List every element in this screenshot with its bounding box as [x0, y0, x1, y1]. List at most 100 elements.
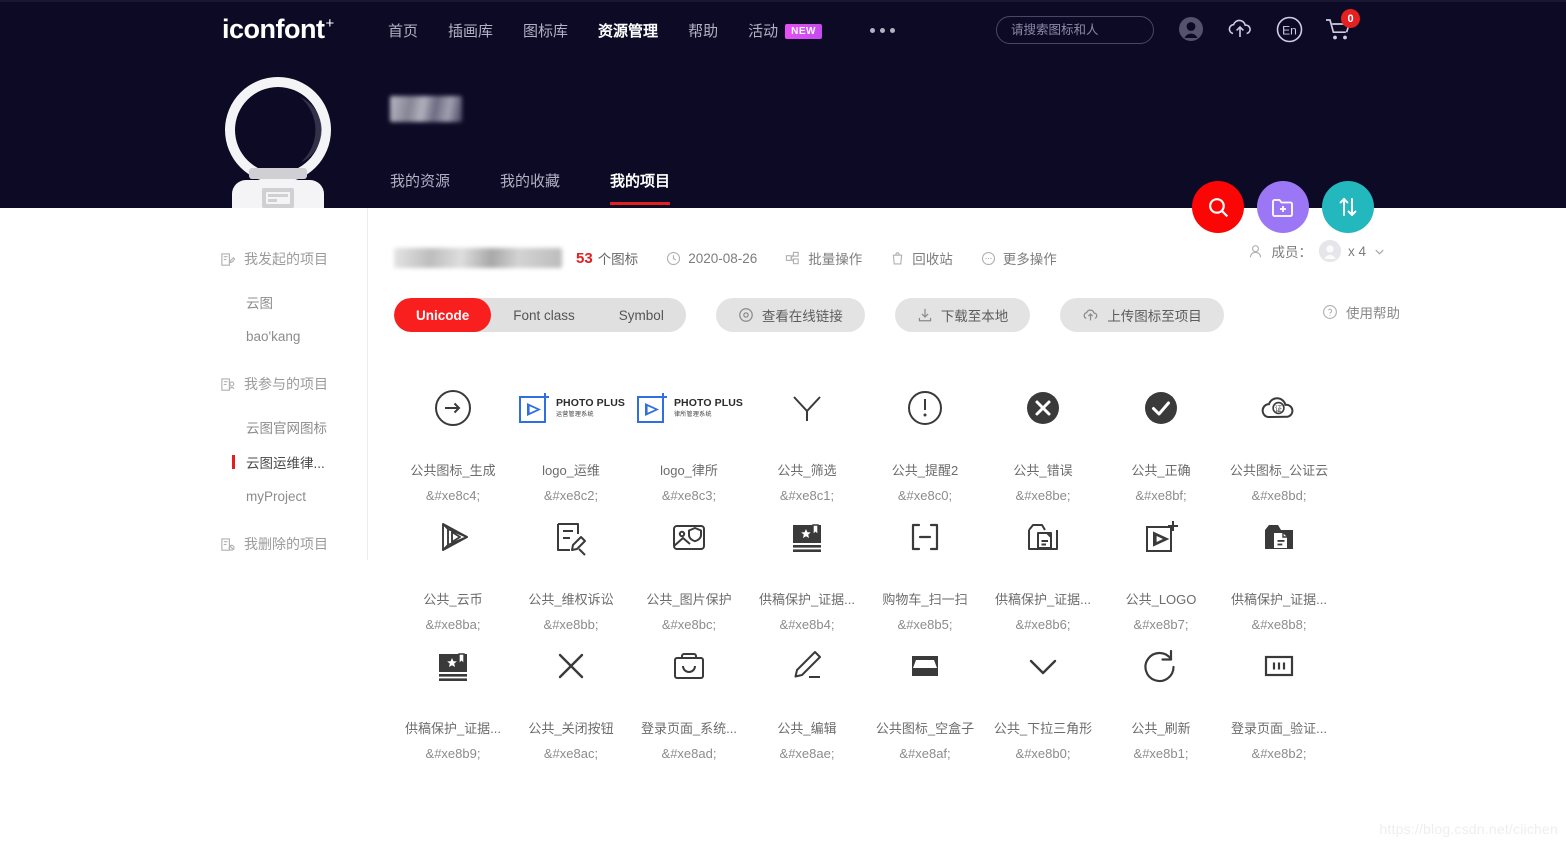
download-local-button[interactable]: 下载至本地: [894, 298, 1031, 332]
recycle-bin-button[interactable]: 回收站: [890, 248, 953, 268]
nav-links: 首页 插画库 图标库 资源管理 帮助 活动 NEW: [388, 20, 895, 41]
members-control[interactable]: 成员： x 4: [1247, 240, 1386, 262]
recycle-bin-label: 回收站: [912, 252, 953, 267]
icon-cell[interactable]: 公共_图片保护 &#xe8bc;: [630, 503, 748, 632]
play-3d-icon: [394, 511, 512, 563]
sidebar-group-created: 我发起的项目: [0, 246, 367, 272]
batch-operation-button[interactable]: 批量操作: [785, 248, 862, 268]
sidebar-group-deleted[interactable]: 我删除的项目: [0, 531, 367, 557]
icon-cell[interactable]: 公共图标_生成 &#xe8c4;: [394, 374, 512, 503]
new-project-fab[interactable]: [1257, 181, 1309, 233]
icon-cell[interactable]: 公共_LOGO &#xe8b7;: [1102, 503, 1220, 632]
nav-link-illustrations[interactable]: 插画库: [448, 20, 493, 41]
language-en-icon[interactable]: En: [1274, 14, 1304, 44]
icon-cell[interactable]: 公共_云币 &#xe8ba;: [394, 503, 512, 632]
astronaut-helmet-avatar-glyph: [225, 77, 331, 208]
icon-cell[interactable]: 登录页面_验证... &#xe8b2;: [1220, 632, 1338, 761]
chevron-down-icon[interactable]: [1373, 245, 1386, 258]
cloud-notary-icon: 证: [1220, 382, 1338, 434]
member-avatar[interactable]: [1318, 240, 1341, 262]
icon-cell[interactable]: 供稿保护_证据... &#xe8b4;: [748, 503, 866, 632]
icon-cell[interactable]: 公共_维权诉讼 &#xe8bb;: [512, 503, 630, 632]
folder-plus-icon: [1272, 199, 1293, 217]
icon-cell[interactable]: PHOTO PLUS 运营管理系统 logo_运维 &#xe8c2;: [512, 374, 630, 503]
sidebar-item-yuntu-ops-law[interactable]: 云图运维律...: [0, 444, 367, 479]
briefcase-icon: [630, 640, 748, 692]
sort-fab[interactable]: [1322, 181, 1374, 233]
user-avatar-icon[interactable]: [1176, 14, 1206, 44]
logo-title: PHOTO PLUS: [673, 397, 744, 410]
icon-cell[interactable]: 公共_提醒2 &#xe8c0;: [866, 374, 984, 503]
icon-label: 公共_刷新: [1131, 721, 1191, 736]
nav-link-help[interactable]: 帮助: [688, 20, 718, 41]
icon-code: &#xe8ad;: [661, 746, 717, 761]
search-input[interactable]: [1011, 23, 1172, 37]
members-count: x 4: [1347, 243, 1366, 259]
tab-my-favorites[interactable]: 我的收藏: [500, 170, 560, 205]
sidebar-group-deleted-label: 我删除的项目: [244, 536, 328, 552]
batch-icon: [786, 251, 799, 264]
icon-cell[interactable]: 公共_错误 &#xe8be;: [984, 374, 1102, 503]
icon-cell[interactable]: 公共_关闭按钮 &#xe8ac;: [512, 632, 630, 761]
question-circle-icon: [1323, 305, 1337, 319]
icon-cell[interactable]: 公共_筛选 &#xe8c1;: [748, 374, 866, 503]
trash-icon: [893, 251, 903, 264]
upload-cloud-icon[interactable]: [1225, 14, 1255, 44]
members-label: 成员：: [1271, 245, 1312, 260]
icon-cell[interactable]: 供稿保护_证据... &#xe8b9;: [394, 632, 512, 761]
format-segmented-control: Unicode Font class Symbol: [394, 298, 686, 332]
bracket-minus-icon: [866, 511, 984, 563]
icon-cell[interactable]: 证 公共图标_公证云 &#xe8bd;: [1220, 374, 1338, 503]
nav-link-activity[interactable]: 活动 NEW: [748, 20, 822, 41]
sidebar-item-baokang[interactable]: bao'kang: [0, 319, 367, 354]
captcha-icon: [1220, 640, 1338, 692]
header-icon-group: En 0: [1176, 9, 1360, 44]
floating-action-buttons: [1192, 181, 1374, 233]
segment-font-class[interactable]: Font class: [491, 298, 597, 332]
icon-label: 供稿保护_证据...: [758, 592, 856, 607]
sidebar-item-yuntu-official-icons[interactable]: 云图官网图标: [0, 409, 367, 444]
icon-cell[interactable]: 公共图标_空盒子 &#xe8af;: [866, 632, 984, 761]
tab-my-projects[interactable]: 我的项目: [610, 170, 671, 205]
sidebar-item-yuntu[interactable]: 云图: [0, 284, 367, 319]
icon-cell[interactable]: 公共_正确 &#xe8bf;: [1102, 374, 1220, 503]
icon-cell[interactable]: 供稿保护_证据... &#xe8b6;: [984, 503, 1102, 632]
icon-code: &#xe8b6;: [1015, 617, 1071, 632]
sidebar-group-joined-label: 我参与的项目: [244, 376, 328, 392]
icon-cell[interactable]: 供稿保护_证据... &#xe8b8;: [1220, 503, 1338, 632]
usage-help-button[interactable]: 使用帮助: [1322, 302, 1400, 322]
search-fab[interactable]: [1192, 181, 1244, 233]
download-local-label: 下载至本地: [940, 309, 1009, 324]
segment-unicode[interactable]: Unicode: [394, 298, 492, 332]
brand-sup: +: [325, 15, 334, 32]
nav-link-resource-management[interactable]: 资源管理: [598, 20, 658, 41]
icon-code: &#xe8c3;: [661, 488, 717, 503]
search-box[interactable]: [996, 16, 1172, 44]
svg-text:En: En: [1282, 23, 1297, 37]
folder-doc-filled-icon: [1220, 511, 1338, 563]
more-dots-icon[interactable]: [869, 28, 895, 33]
icon-cell[interactable]: 公共_下拉三角形 &#xe8b0;: [984, 632, 1102, 761]
more-operations-button[interactable]: 更多操作: [981, 248, 1057, 268]
project-joined-icon: [221, 377, 235, 391]
view-online-link-button[interactable]: 查看在线链接: [715, 298, 865, 332]
segment-symbol[interactable]: Symbol: [597, 298, 686, 332]
icon-cell[interactable]: 公共_刷新 &#xe8b1;: [1102, 632, 1220, 761]
icon-cell[interactable]: 购物车_扫一扫 &#xe8b5;: [866, 503, 984, 632]
brand-logo[interactable]: iconfont+: [222, 14, 334, 45]
project-created-icon: [221, 252, 235, 266]
icon-code: &#xe8c2;: [543, 488, 599, 503]
icon-cell[interactable]: 公共_编辑 &#xe8ae;: [748, 632, 866, 761]
shopping-cart-icon[interactable]: 0: [1323, 9, 1360, 44]
icon-code: &#xe8b0;: [1015, 746, 1071, 761]
icon-cell[interactable]: PHOTO PLUS 律所管理系统 logo_律所 &#xe8c3;: [630, 374, 748, 503]
sidebar-item-myproject[interactable]: myProject: [0, 479, 367, 514]
upload-icons-button[interactable]: 上传图标至项目: [1060, 298, 1224, 332]
nav-link-icons[interactable]: 图标库: [523, 20, 568, 41]
nav-link-home[interactable]: 首页: [388, 20, 418, 41]
tab-my-resources[interactable]: 我的资源: [390, 170, 450, 205]
profile-username-redacted: [390, 96, 462, 122]
icon-cell[interactable]: 登录页面_系统... &#xe8ad;: [630, 632, 748, 761]
project-deleted-icon: [221, 537, 235, 551]
avatar[interactable]: [222, 72, 334, 208]
